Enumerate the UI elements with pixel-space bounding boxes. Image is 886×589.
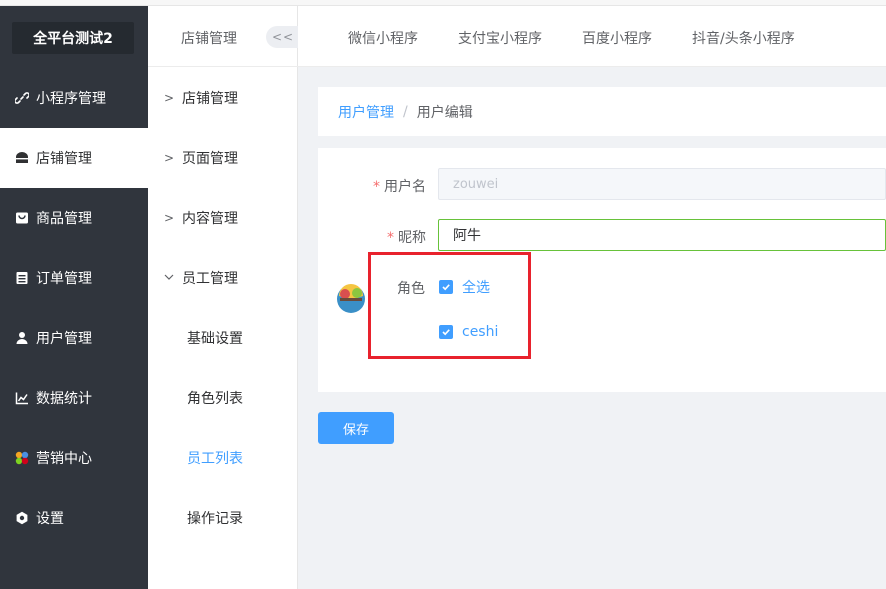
username-field[interactable]: zouwei xyxy=(438,168,886,200)
chart-icon xyxy=(14,390,30,406)
subnav-item-pages[interactable]: > 页面管理 xyxy=(148,128,298,188)
subnav-item-staff-list[interactable]: 员工列表 xyxy=(148,428,298,488)
sidebar-item-label: 商品管理 xyxy=(36,211,92,227)
nickname-field[interactable]: 阿牛 xyxy=(438,219,886,251)
breadcrumb-separator: / xyxy=(403,103,408,120)
secondary-nav-title: 店铺管理 xyxy=(181,31,237,47)
sidebar-item-settings[interactable]: 设置 xyxy=(0,488,148,548)
subnav-item-shop[interactable]: > 店铺管理 xyxy=(148,68,298,128)
sidebar-item-label: 小程序管理 xyxy=(36,91,106,107)
primary-sidebar: 全平台测试2 小程序管理 店铺管理 商品管理 订单管理 用户管理 数据统计 营销… xyxy=(0,6,148,589)
subnav-item-label: 页面管理 xyxy=(182,151,238,167)
sidebar-item-label: 订单管理 xyxy=(36,271,92,287)
link-icon xyxy=(14,90,30,106)
platform-tabs-bar: 微信小程序 支付宝小程序 百度小程序 抖音/头条小程序 xyxy=(298,6,886,67)
required-mark: * xyxy=(373,179,380,195)
sidebar-item-shop[interactable]: 店铺管理 xyxy=(0,128,148,188)
chevron-right-icon: > xyxy=(164,151,175,165)
store-name-badge[interactable]: 全平台测试2 xyxy=(12,22,134,54)
breadcrumb: 用户管理 / 用户编辑 xyxy=(318,87,886,136)
sidebar-item-label: 数据统计 xyxy=(36,391,92,407)
chevron-down-icon xyxy=(164,271,178,285)
sidebar-item-label: 营销中心 xyxy=(36,451,92,467)
floating-assistant-icon[interactable] xyxy=(335,282,367,314)
order-icon xyxy=(14,270,30,286)
user-icon xyxy=(14,330,30,346)
tab-baidu[interactable]: 百度小程序 xyxy=(582,28,652,48)
shop-icon xyxy=(14,150,30,166)
breadcrumb-user-management[interactable]: 用户管理 xyxy=(338,102,394,122)
sidebar-item-orders[interactable]: 订单管理 xyxy=(0,248,148,308)
subnav-item-basic-settings[interactable]: 基础设置 xyxy=(148,308,298,368)
sidebar-item-goods[interactable]: 商品管理 xyxy=(0,188,148,248)
breadcrumb-current: 用户编辑 xyxy=(416,104,473,121)
save-button[interactable]: 保存 xyxy=(318,412,394,444)
subnav-item-label: 员工管理 xyxy=(182,271,238,287)
tab-alipay[interactable]: 支付宝小程序 xyxy=(458,28,542,48)
subnav-item-staff[interactable]: 员工管理 xyxy=(148,248,298,308)
subnav-item-label: 基础设置 xyxy=(187,331,243,347)
chevron-right-icon: > xyxy=(164,211,175,225)
subnav-item-label: 店铺管理 xyxy=(182,91,238,107)
required-mark: * xyxy=(387,230,394,246)
sidebar-item-miniprogram[interactable]: 小程序管理 xyxy=(0,68,148,128)
subnav-item-label: 角色列表 xyxy=(187,391,243,407)
nickname-label: * 昵称 xyxy=(387,230,426,246)
subnav-item-role-list[interactable]: 角色列表 xyxy=(148,368,298,428)
sidebar-item-stats[interactable]: 数据统计 xyxy=(0,368,148,428)
username-label: * 用户名 xyxy=(373,179,426,195)
subnav-item-label: 员工列表 xyxy=(187,451,243,467)
subnav-item-label: 操作记录 xyxy=(187,511,243,527)
highlight-annotation-box xyxy=(368,252,531,359)
collapse-button[interactable]: << xyxy=(266,26,300,48)
settings-icon xyxy=(14,510,30,526)
marketing-icon xyxy=(14,450,30,466)
goods-icon xyxy=(14,210,30,226)
sidebar-item-marketing[interactable]: 营销中心 xyxy=(0,428,148,488)
sidebar-item-users[interactable]: 用户管理 xyxy=(0,308,148,368)
sidebar-item-label: 设置 xyxy=(36,511,64,527)
subnav-item-content[interactable]: > 内容管理 xyxy=(148,188,298,248)
secondary-nav-header: 店铺管理 << xyxy=(148,6,300,67)
secondary-nav: 店铺管理 << > 店铺管理 > 页面管理 > 内容管理 员工管理 基础设置 角… xyxy=(148,6,300,589)
tab-douyin[interactable]: 抖音/头条小程序 xyxy=(692,28,795,48)
subnav-item-operation-log[interactable]: 操作记录 xyxy=(148,488,298,548)
tab-wechat[interactable]: 微信小程序 xyxy=(348,28,418,48)
sidebar-item-label: 店铺管理 xyxy=(36,151,92,167)
subnav-item-label: 内容管理 xyxy=(182,211,238,227)
sidebar-item-label: 用户管理 xyxy=(36,331,92,347)
chevron-right-icon: > xyxy=(164,91,175,105)
